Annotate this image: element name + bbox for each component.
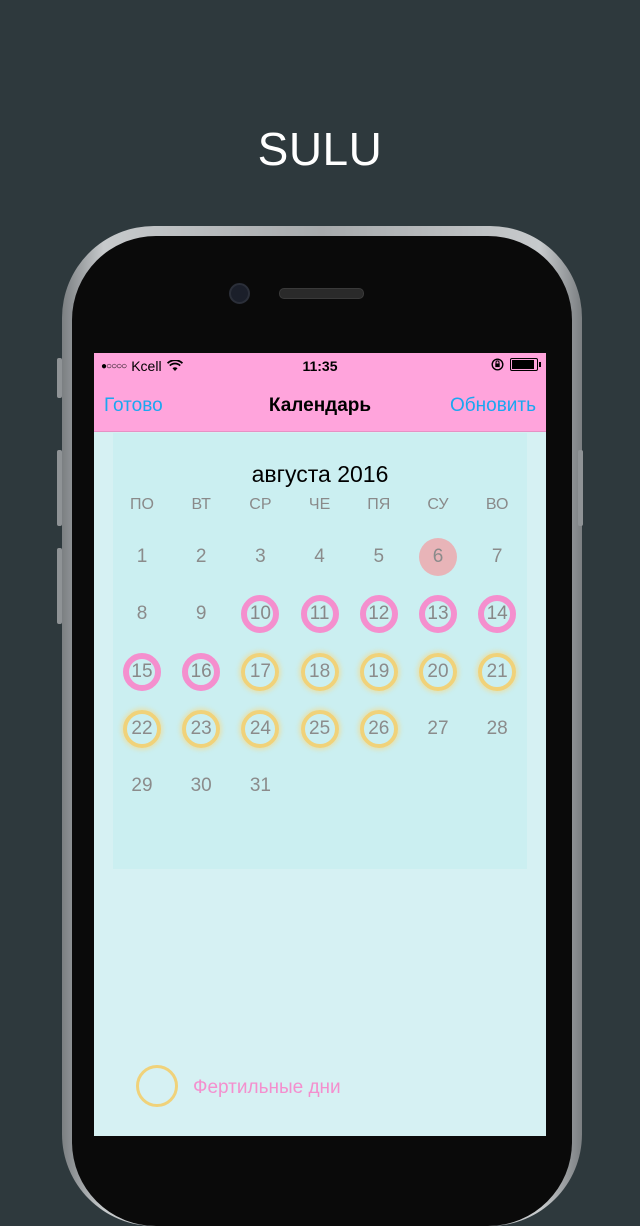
fertile-legend-icon <box>136 1065 178 1107</box>
power-button <box>578 450 583 526</box>
calendar-day[interactable]: 2 <box>182 538 220 576</box>
calendar-day[interactable]: 23 <box>182 709 221 748</box>
calendar-day[interactable]: 26 <box>359 709 398 748</box>
calendar-day[interactable]: 18 <box>300 652 339 691</box>
calendar-day[interactable]: 25 <box>300 709 339 748</box>
weekday-label: СУ <box>427 496 449 513</box>
calendar-day[interactable]: 30 <box>182 767 220 805</box>
month-title: августа 2016 <box>251 461 389 487</box>
calendar-day[interactable]: 1 <box>123 538 161 576</box>
calendar-day[interactable]: 3 <box>241 538 279 576</box>
volume-down-button <box>57 548 62 624</box>
status-time: 11:35 <box>302 358 338 374</box>
calendar-day[interactable]: 12 <box>359 595 398 634</box>
calendar-day[interactable]: 20 <box>419 652 457 691</box>
weekday-label: ВО <box>485 496 509 513</box>
calendar-day[interactable]: 29 <box>123 767 161 805</box>
calendar-day[interactable]: 28 <box>478 710 516 748</box>
front-camera <box>229 283 250 304</box>
orientation-lock-icon <box>491 358 504 371</box>
calendar-day[interactable]: 4 <box>301 538 339 576</box>
navigation-bar: Готово Календарь Обновить <box>94 379 546 432</box>
weekday-label: ПЯ <box>367 496 391 513</box>
app-screen: ●○○○○ Kcell 11:35 Готово Календарь Обнов… <box>94 353 546 1136</box>
calendar-panel: августа 2016 ПО ВТ СР ЧЕ ПЯ СУ ВО 1 2 3 4 5 6 7 8 9 10 1… <box>113 433 527 869</box>
status-bar: ●○○○○ Kcell 11:35 <box>94 353 546 379</box>
calendar-day[interactable]: 22 <box>123 709 161 748</box>
calendar-day[interactable]: 6 <box>419 538 457 576</box>
weekday-label: ВТ <box>191 496 211 513</box>
calendar-day[interactable]: 17 <box>241 652 280 691</box>
battery-icon <box>510 358 541 371</box>
calendar-day[interactable]: 13 <box>419 595 457 634</box>
weekday-label: СР <box>249 496 272 513</box>
calendar-day[interactable]: 19 <box>359 652 398 691</box>
calendar-day[interactable]: 10 <box>241 595 280 634</box>
refresh-button[interactable]: Обновить <box>450 395 536 417</box>
fertile-legend-label: Фертильные дни <box>193 1077 341 1098</box>
calendar-day[interactable]: 24 <box>241 709 280 748</box>
calendar-day[interactable]: 8 <box>123 595 161 633</box>
mute-switch <box>57 358 62 398</box>
calendar-day[interactable]: 11 <box>300 595 339 634</box>
calendar-day[interactable]: 27 <box>419 710 457 748</box>
calendar-day[interactable]: 5 <box>360 538 398 576</box>
weekday-label: ЧЕ <box>308 496 331 513</box>
calendar-day[interactable]: 21 <box>478 652 517 691</box>
calendar-day[interactable]: 31 <box>241 767 279 805</box>
volume-up-button <box>57 450 62 526</box>
earpiece-speaker <box>279 288 364 299</box>
calendar-day[interactable]: 9 <box>182 595 220 633</box>
calendar-day[interactable]: 16 <box>182 652 221 691</box>
calendar-day[interactable]: 14 <box>478 595 517 634</box>
calendar-day[interactable]: 7 <box>478 538 516 576</box>
promo-title: SULU <box>257 123 383 175</box>
calendar-day[interactable]: 15 <box>123 652 161 691</box>
weekday-label: ПО <box>130 496 154 513</box>
